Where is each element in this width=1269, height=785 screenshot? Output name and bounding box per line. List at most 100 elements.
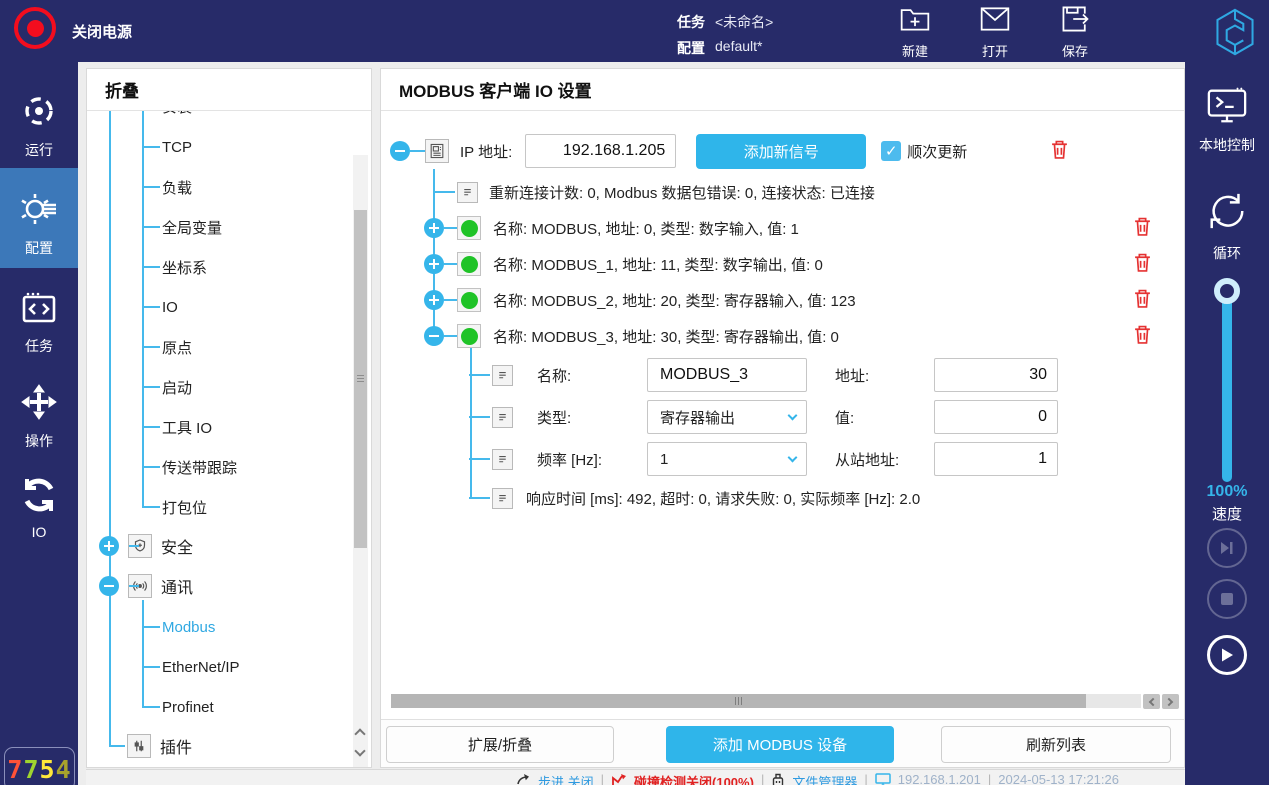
tree-rail: [433, 169, 435, 336]
tree-item-tcp[interactable]: TCP: [162, 133, 192, 161]
value-input[interactable]: [934, 400, 1058, 434]
scroll-up-icon[interactable]: [354, 728, 365, 739]
tree-item-plugin[interactable]: 插件: [127, 732, 192, 760]
nav-item-config[interactable]: 配置: [0, 168, 78, 268]
save-button[interactable]: 保存: [1040, 4, 1110, 60]
speed-slider-track[interactable]: [1222, 290, 1232, 482]
counter-digit: 4: [56, 755, 72, 784]
cycle-button[interactable]: 循环: [1185, 190, 1269, 263]
task-row: 任务 <未命名>: [677, 12, 773, 32]
delete-device-icon[interactable]: [1051, 140, 1068, 163]
step-mode-icon: [516, 773, 531, 785]
tree-item-ethernet-ip[interactable]: EtherNet/IP: [162, 653, 240, 681]
tree-scrollbar[interactable]: [353, 155, 368, 767]
counter-display: 7 7 5 4: [4, 747, 75, 785]
tree-item-global-vars[interactable]: 全局变量: [162, 213, 222, 241]
seq-update-checkbox[interactable]: ✓: [881, 141, 901, 161]
settings-gear-icon: [19, 190, 59, 231]
signal-text: 名称: MODBUS, 地址: 0, 类型: 数字输入, 值: 1: [493, 218, 799, 239]
horizontal-scrollbar-thumb[interactable]: [391, 694, 1086, 708]
ip-input[interactable]: [525, 134, 676, 168]
open-button[interactable]: 打开: [960, 4, 1030, 60]
signal-text: 名称: MODBUS_2, 地址: 20, 类型: 寄存器输入, 值: 123: [493, 290, 856, 311]
expand-plus-icon[interactable]: [99, 536, 119, 556]
step-forward-button[interactable]: [1207, 528, 1247, 568]
collapse-minus-icon[interactable]: [99, 576, 119, 596]
add-modbus-device-button[interactable]: 添加 MODBUS 设备: [666, 726, 894, 763]
signal-status-icon: [457, 252, 481, 276]
frequency-select[interactable]: 1: [647, 442, 807, 476]
nav-item-operate[interactable]: 操作: [0, 375, 78, 447]
tree-item-pallet[interactable]: 打包位: [162, 493, 207, 521]
refresh-list-button[interactable]: 刷新列表: [941, 726, 1171, 763]
local-control-button[interactable]: 本地控制: [1185, 86, 1269, 155]
scroll-down-icon[interactable]: [354, 745, 365, 756]
tree-item-modbus[interactable]: Modbus: [162, 613, 215, 641]
note-icon: [457, 182, 478, 203]
new-button[interactable]: 新建: [880, 4, 950, 60]
collapse-minus-icon[interactable]: [424, 326, 444, 346]
nav-item-io[interactable]: IO: [0, 468, 78, 540]
form-row-frequency: 频率 [Hz]: 1 从站地址:: [492, 442, 1092, 476]
nav-item-task[interactable]: 任务: [0, 282, 78, 354]
local-control-label: 本地控制: [1199, 135, 1255, 155]
tree-item-profinet[interactable]: Profinet: [162, 693, 214, 721]
plugin-icon: [127, 734, 151, 758]
tree-item-io[interactable]: IO: [162, 293, 178, 321]
tree-item-startup[interactable]: 启动: [162, 373, 192, 401]
tree-item-tool-io[interactable]: 工具 IO: [162, 413, 212, 441]
power-button[interactable]: [14, 7, 56, 49]
speed-slider-handle[interactable]: [1214, 278, 1240, 304]
signal-text: 名称: MODBUS_1, 地址: 11, 类型: 数字输出, 值: 0: [493, 254, 823, 275]
tree-item-coord[interactable]: 坐标系: [162, 253, 207, 281]
power-label: 关闭电源: [72, 0, 132, 62]
modbus-tree: IP 地址: 添加新信号 ✓ 顺次更新 重新连接计数: 0, Modbus 数据…: [381, 111, 1184, 719]
delete-signal-icon[interactable]: [1134, 253, 1151, 276]
scroll-left-button[interactable]: [1143, 694, 1160, 709]
task-value: <未命名>: [715, 12, 773, 32]
scroll-right-button[interactable]: [1162, 694, 1179, 709]
io-cycle-icon: [20, 476, 58, 517]
tree-scrollbar-thumb[interactable]: [354, 210, 367, 548]
tree-item-comm[interactable]: 通讯: [99, 572, 193, 600]
tree-item-install[interactable]: 安装: [162, 111, 192, 120]
add-signal-button[interactable]: 添加新信号: [696, 134, 866, 169]
address-input[interactable]: [934, 358, 1058, 392]
expand-plus-icon[interactable]: [424, 290, 444, 310]
signal-row: 名称: MODBUS_2, 地址: 20, 类型: 寄存器输入, 值: 123: [424, 290, 1164, 310]
horizontal-scrollbar[interactable]: [391, 694, 1141, 708]
expand-plus-icon[interactable]: [424, 254, 444, 274]
left-sidebar: 运行 配置 任务 操作 IO 7 7 5 4: [0, 62, 78, 785]
device-icon: [425, 139, 449, 163]
delete-signal-icon[interactable]: [1134, 289, 1151, 312]
tree-item-payload[interactable]: 负载: [162, 173, 192, 201]
expand-collapse-button[interactable]: 扩展/折叠: [386, 726, 614, 763]
delete-signal-icon[interactable]: [1134, 217, 1151, 240]
nav-item-run[interactable]: 运行: [0, 84, 78, 156]
chevron-down-icon: [788, 411, 798, 421]
stop-button[interactable]: [1207, 579, 1247, 619]
step-mode-status[interactable]: 步进 关闭: [538, 772, 594, 785]
config-tree-panel: 折叠 安装 TCP 负载 全局变量 坐标系 IO 原点 启动 工具 IO 传送带…: [86, 68, 372, 768]
tree-item-safety[interactable]: 安全: [99, 532, 193, 560]
save-icon: [1059, 4, 1091, 34]
name-input[interactable]: [647, 358, 807, 392]
delete-signal-icon[interactable]: [1134, 325, 1151, 348]
tree-item-home[interactable]: 原点: [162, 333, 192, 361]
collision-status[interactable]: 碰撞检测关闭(100%): [634, 772, 754, 785]
nav-label: 操作: [25, 431, 53, 451]
datetime: 2024-05-13 17:21:26: [998, 772, 1119, 785]
signal-row-expanded: 名称: MODBUS_3, 地址: 30, 类型: 寄存器输出, 值: 0: [424, 326, 1164, 346]
type-select[interactable]: 寄存器输出: [647, 400, 807, 434]
expand-plus-icon[interactable]: [424, 218, 444, 238]
tree-panel-title[interactable]: 折叠: [87, 69, 371, 111]
file-manager-link[interactable]: 文件管理器: [792, 772, 857, 785]
signal-row: 名称: MODBUS, 地址: 0, 类型: 数字输入, 值: 1: [424, 218, 1164, 238]
signal-status-icon: [457, 324, 481, 348]
collapse-minus-icon[interactable]: [390, 141, 410, 161]
play-button[interactable]: [1207, 635, 1247, 675]
tree-item-conveyor[interactable]: 传送带跟踪: [162, 453, 237, 481]
value-label: 值:: [835, 407, 925, 428]
slave-address-input[interactable]: [934, 442, 1058, 476]
modbus-device-row: IP 地址: 添加新信号 ✓ 顺次更新: [390, 134, 1170, 168]
